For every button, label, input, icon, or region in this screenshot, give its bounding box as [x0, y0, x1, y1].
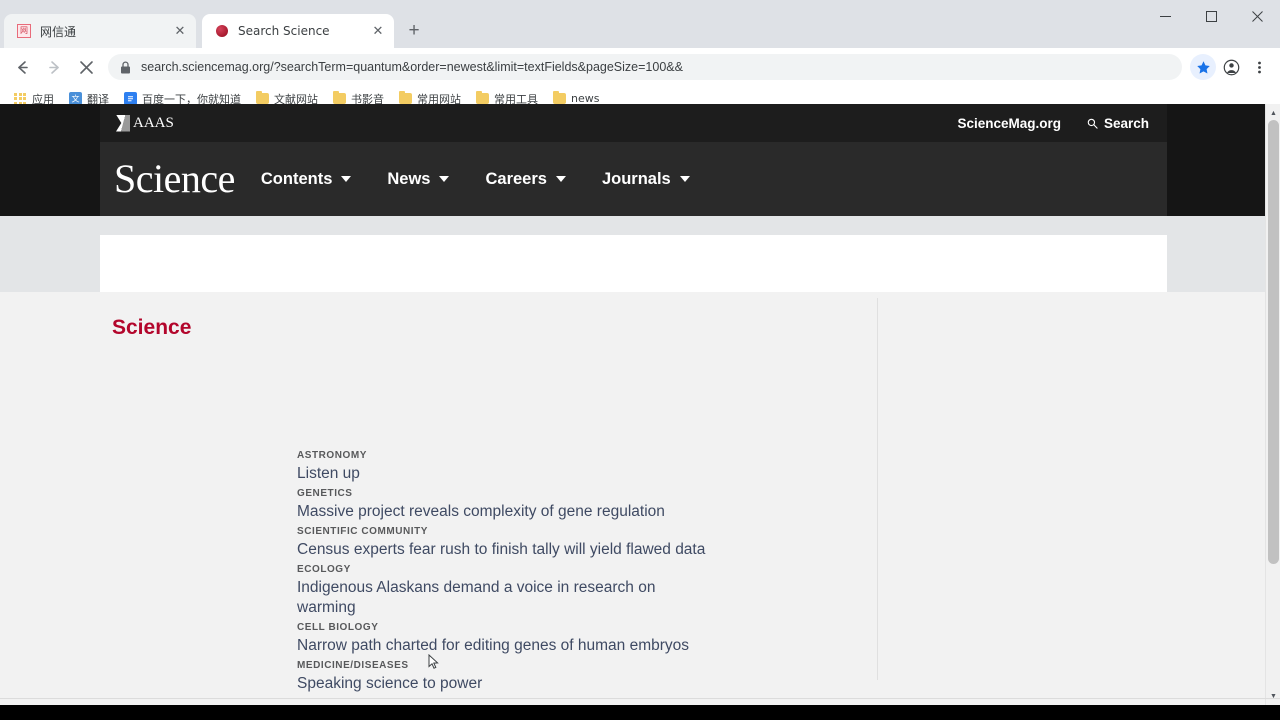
forward-button[interactable]	[40, 53, 68, 81]
nav-label: News	[387, 169, 431, 188]
article-headline[interactable]: Census experts fear rush to finish tally…	[297, 540, 717, 560]
screen-letterbox-bottom	[0, 705, 1280, 720]
aaas-mark-icon	[116, 114, 130, 132]
tab-strip: 网 网信通 ✕ Search Science ✕ +	[0, 0, 1280, 48]
chevron-down-icon	[341, 176, 352, 182]
nav-item-journals[interactable]: Journals	[602, 170, 690, 189]
article-list: ASTRONOMY Listen up GENETICS Massive pro…	[297, 449, 717, 705]
close-button[interactable]	[1234, 0, 1280, 32]
page-letterbox-right	[1167, 104, 1280, 216]
page-scrollbar[interactable]: ▲ ▼	[1265, 104, 1280, 705]
page-viewport: AAAS ScienceMag.org Search Science Conte…	[0, 104, 1280, 705]
list-item[interactable]: SCIENTIFIC COMMUNITY Census experts fear…	[297, 525, 717, 560]
top-bar-right: ScienceMag.org Search	[957, 116, 1149, 131]
nav-label: Careers	[485, 169, 547, 188]
site-search-label: Search	[1103, 115, 1149, 131]
list-item[interactable]: ECOLOGY Indigenous Alaskans demand a voi…	[297, 563, 717, 618]
article-kicker: GENETICS	[297, 488, 353, 499]
article-headline[interactable]: Massive project reveals complexity of ge…	[297, 502, 717, 522]
new-tab-button[interactable]: +	[400, 17, 428, 45]
page-title: Science	[112, 316, 192, 339]
lock-icon	[120, 60, 131, 74]
address-bar[interactable]: search.sciencemag.org/?searchTerm=quantu…	[108, 54, 1182, 80]
nav-item-news[interactable]: News	[387, 169, 450, 189]
nav-label: Journals	[601, 169, 671, 188]
tab-close-button[interactable]: ✕	[172, 23, 188, 39]
science-logo[interactable]: Science	[114, 159, 235, 199]
browser-window: 网 网信通 ✕ Search Science ✕ + search.scienc…	[0, 0, 1280, 720]
star-icon[interactable]	[1190, 54, 1216, 80]
nav-label: Contents	[260, 169, 333, 188]
article-kicker: ASTRONOMY	[297, 450, 367, 461]
banner-placeholder	[100, 235, 1167, 292]
magnifier-icon	[1087, 118, 1098, 129]
main-content: Science ASTRONOMY Listen up GENETICS Mas…	[0, 292, 1280, 705]
viewport-bottom-edge	[0, 698, 1280, 699]
tab-close-button[interactable]: ✕	[370, 23, 386, 39]
list-item[interactable]: CELL BIOLOGY Narrow path charted for edi…	[297, 621, 717, 656]
article-headline[interactable]: Narrow path charted for editing genes of…	[297, 636, 717, 656]
three-dot-menu-icon[interactable]	[1246, 54, 1272, 80]
nav-item-careers[interactable]: Careers	[485, 169, 566, 189]
scroll-up-arrow[interactable]: ▲	[1266, 106, 1280, 120]
profile-icon[interactable]	[1218, 54, 1244, 80]
minimize-button[interactable]	[1142, 0, 1188, 32]
article-kicker: ECOLOGY	[297, 564, 351, 575]
article-kicker: CELL BIOLOGY	[297, 622, 379, 633]
scroll-down-arrow[interactable]: ▼	[1266, 689, 1280, 703]
browser-tab-2[interactable]: Search Science ✕	[202, 14, 394, 48]
list-item[interactable]: GENETICS Massive project reveals complex…	[297, 487, 717, 522]
site-nav-bar: Science Contents News Careers Journals	[100, 142, 1167, 216]
article-kicker: MEDICINE/DISEASES	[297, 660, 409, 671]
list-item[interactable]: MEDICINE/DISEASES Speaking science to po…	[297, 659, 717, 694]
svg-text:文: 文	[71, 94, 79, 104]
tab-title: 网信通	[40, 24, 77, 39]
tab-title: Search Science	[238, 24, 330, 38]
article-headline[interactable]: Indigenous Alaskans demand a voice in re…	[297, 578, 717, 618]
browser-toolbar: search.sciencemag.org/?searchTerm=quantu…	[0, 48, 1280, 86]
page-letterbox-left	[0, 104, 100, 216]
sciencemag-link[interactable]: ScienceMag.org	[957, 116, 1061, 131]
mouse-cursor	[428, 653, 439, 670]
aaas-logo-text: AAAS	[133, 114, 174, 131]
article-headline[interactable]: Listen up	[297, 464, 717, 484]
back-button[interactable]	[8, 53, 36, 81]
article-kicker: SCIENTIFIC COMMUNITY	[297, 526, 428, 537]
stop-loading-button[interactable]	[72, 53, 100, 81]
site-top-bar: AAAS ScienceMag.org Search	[100, 104, 1167, 142]
chevron-down-icon	[439, 176, 450, 182]
maximize-button[interactable]	[1188, 0, 1234, 32]
list-item[interactable]: ASTRONOMY Listen up	[297, 449, 717, 484]
column-divider	[877, 298, 878, 680]
scrollbar-thumb[interactable]	[1268, 120, 1279, 564]
window-controls	[1142, 0, 1280, 32]
url-text: search.sciencemag.org/?searchTerm=quantu…	[141, 60, 683, 74]
cn-site-icon: 网	[16, 23, 32, 39]
nav-item-contents[interactable]: Contents	[261, 170, 352, 189]
article-headline[interactable]: Speaking science to power	[297, 674, 717, 694]
chevron-down-icon	[679, 176, 690, 182]
browser-tab-1[interactable]: 网 网信通 ✕	[4, 14, 196, 48]
aaas-logo[interactable]: AAAS	[116, 114, 174, 132]
science-favicon	[214, 23, 230, 39]
chevron-down-icon	[555, 176, 566, 182]
site-search-button[interactable]: Search	[1087, 116, 1149, 131]
